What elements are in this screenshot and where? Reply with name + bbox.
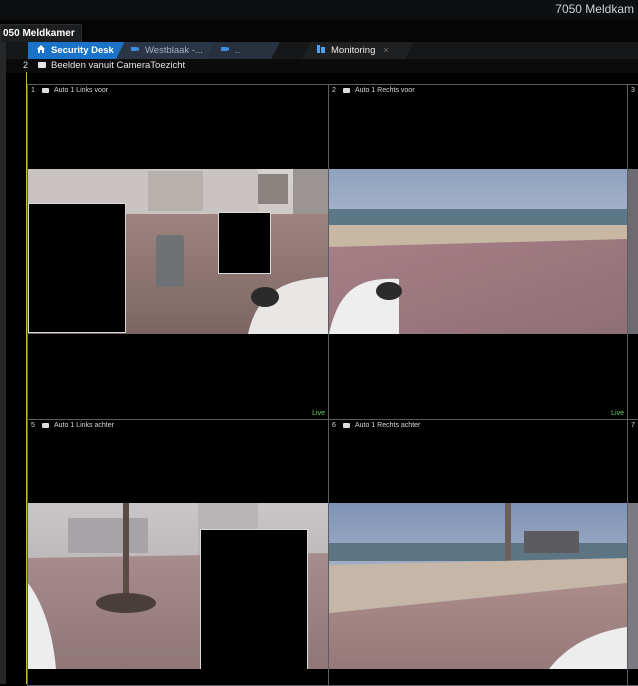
tile-header: 7: [628, 420, 638, 432]
video-tile-3[interactable]: 3: [627, 84, 638, 420]
tile-label: Auto 1 Links voor: [54, 87, 109, 94]
tab-monitoring[interactable]: Monitoring ×: [302, 42, 414, 59]
home-icon: [37, 45, 45, 53]
header-number: 2: [23, 60, 29, 70]
tile-number: 5: [31, 422, 35, 429]
camera-icon: [343, 88, 350, 93]
camera-icon: [42, 88, 49, 93]
monitor-strip: 050 Meldkamer: [0, 20, 638, 42]
tab-westblaak[interactable]: Westblaak -...: [116, 42, 222, 59]
header-label[interactable]: Beelden vanuit CameraToezicht: [51, 60, 185, 71]
video-tile-1[interactable]: 1 Auto 1 Links voor Live: [27, 84, 329, 420]
tile-label: Auto 1 Rechts voor: [355, 87, 415, 94]
tile-number: 2: [332, 87, 336, 94]
tile-header: 2 Auto 1 Rechts voor: [329, 85, 627, 97]
privacy-mask: [218, 212, 271, 274]
tab-monitoring-label: Monitoring: [331, 45, 376, 56]
camera-icon: [131, 47, 139, 51]
live-indicator: Live: [312, 410, 325, 417]
camera-feed-image: [329, 503, 627, 669]
tile-header: 5 Auto 1 Links achter: [28, 420, 328, 432]
video-tile-5[interactable]: 5 Auto 1 Links achter: [27, 419, 329, 686]
tab-security-desk-label: Security Desk: [51, 45, 114, 56]
monitoring-icon: [317, 45, 325, 53]
camera-icon: [38, 62, 46, 68]
task-tab-bar: Security Desk Westblaak -... .. Monitori…: [6, 42, 638, 59]
camera-icon: [221, 47, 229, 51]
camera-feed-image: [628, 503, 638, 669]
live-indicator: Live: [611, 410, 624, 417]
close-icon[interactable]: ×: [383, 45, 388, 55]
tile-header: 6 Auto 1 Rechts achter: [329, 420, 627, 432]
tile-header: 1 Auto 1 Links voor: [28, 85, 328, 97]
title-bar: 7050 Meldkam: [0, 0, 638, 20]
tile-pattern-header: 2 Beelden vanuit CameraToezicht: [6, 59, 638, 73]
camera-feed-image: [28, 503, 328, 669]
tab-camera-label: ..: [235, 45, 241, 56]
tab-camera[interactable]: ..: [206, 42, 280, 59]
monitor-tab[interactable]: 050 Meldkamer: [0, 24, 82, 42]
video-tile-2[interactable]: 2 Auto 1 Rechts voor Live: [328, 84, 628, 420]
camera-icon: [343, 423, 350, 428]
camera-feed-image: [628, 169, 638, 334]
tab-security-desk[interactable]: Security Desk: [28, 42, 126, 59]
camera-icon: [42, 423, 49, 428]
video-tile-7[interactable]: 7: [627, 419, 638, 686]
tab-westblaak-label: Westblaak -...: [145, 45, 203, 56]
video-tile-6[interactable]: 6 Auto 1 Rechts achter: [328, 419, 628, 686]
tile-number: 7: [631, 422, 635, 429]
tile-label: Auto 1 Links achter: [54, 422, 114, 429]
tile-number: 6: [332, 422, 336, 429]
privacy-mask: [28, 203, 126, 333]
tile-header: 3: [628, 85, 638, 97]
tile-number: 3: [631, 87, 635, 94]
camera-feed-image: [28, 169, 328, 334]
camera-feed-image: [329, 169, 627, 334]
tile-number: 1: [31, 87, 35, 94]
privacy-mask: [200, 529, 308, 669]
left-rail: [0, 42, 6, 684]
tile-label: Auto 1 Rechts achter: [355, 422, 421, 429]
window-title: 7050 Meldkam: [555, 2, 634, 16]
